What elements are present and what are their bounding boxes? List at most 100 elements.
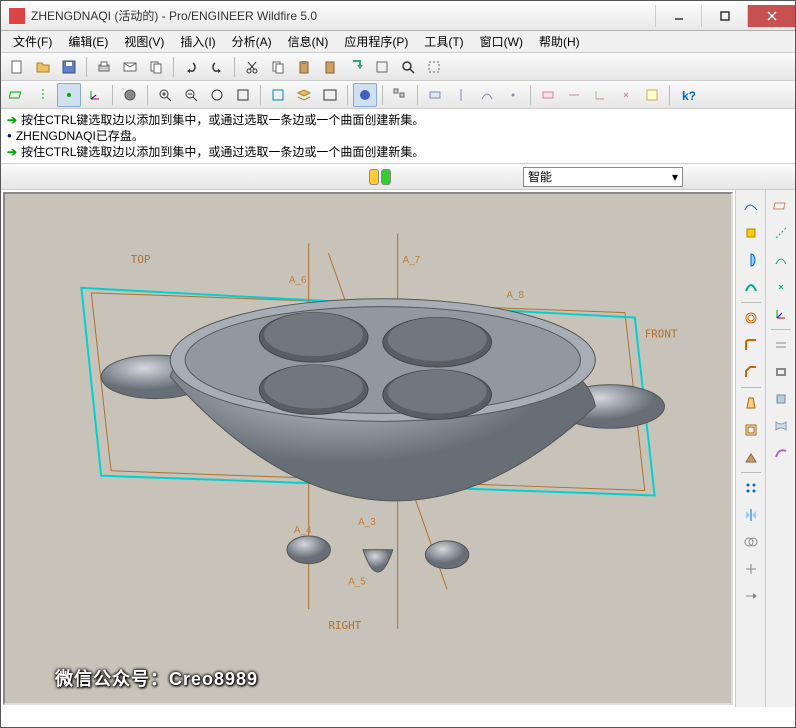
orient-icon[interactable]	[231, 83, 255, 107]
help-about-icon[interactable]: k?	[675, 83, 699, 107]
close-button[interactable]	[747, 5, 795, 27]
offset-icon[interactable]	[769, 333, 793, 357]
paste-icon[interactable]	[292, 55, 316, 79]
save-icon[interactable]	[57, 55, 81, 79]
annotation-feature-icon[interactable]	[640, 83, 664, 107]
menu-help[interactable]: 帮助(H)	[531, 31, 588, 52]
hole-icon[interactable]	[739, 306, 763, 330]
saved-view-icon[interactable]	[266, 83, 290, 107]
toolbar-standard	[1, 53, 795, 81]
style-shading-icon[interactable]	[353, 83, 377, 107]
print-icon[interactable]	[92, 55, 116, 79]
find-icon[interactable]	[396, 55, 420, 79]
svg-text:k?: k?	[682, 89, 695, 103]
maximize-button[interactable]	[701, 5, 747, 27]
select-icon[interactable]	[422, 55, 446, 79]
view-manager-icon[interactable]	[318, 83, 342, 107]
csys-display-icon[interactable]	[83, 83, 107, 107]
plane-icon[interactable]	[769, 194, 793, 218]
datum-curve-icon[interactable]	[475, 83, 499, 107]
merge-icon[interactable]	[739, 530, 763, 554]
info-arrow-icon: ➔	[7, 144, 17, 160]
graphics-viewport[interactable]: TOP FRONT RIGHT PRT_CSYS_DEF A_6 A_7 A_8…	[3, 192, 733, 705]
redo-icon[interactable]	[205, 55, 229, 79]
annotation-plane-icon[interactable]	[536, 83, 560, 107]
datum-plane-display-icon[interactable]	[5, 83, 29, 107]
toolbar-view: k?	[1, 81, 795, 109]
app-icon	[9, 8, 25, 24]
copy-icon[interactable]	[144, 55, 168, 79]
datum-axis-display-icon[interactable]	[31, 83, 55, 107]
minimize-button[interactable]	[655, 5, 701, 27]
menu-view[interactable]: 视图(V)	[116, 31, 172, 52]
sweep-icon[interactable]	[739, 275, 763, 299]
anno-a5: A_5	[348, 576, 366, 587]
boundary-blend-icon[interactable]	[769, 414, 793, 438]
menu-edit[interactable]: 编辑(E)	[60, 31, 116, 52]
annotation-csys-icon[interactable]	[588, 83, 612, 107]
status-light-green	[381, 169, 391, 185]
paste-special-icon[interactable]	[318, 55, 342, 79]
toolbar-feature-right	[735, 190, 765, 707]
datum-point-icon[interactable]	[501, 83, 525, 107]
refit-icon[interactable]	[205, 83, 229, 107]
thicken-icon[interactable]	[769, 360, 793, 384]
menu-insert[interactable]: 插入(I)	[172, 31, 223, 52]
round-icon[interactable]	[739, 333, 763, 357]
revolve-icon[interactable]	[739, 248, 763, 272]
anno-a7: A_7	[403, 255, 421, 266]
trim-icon[interactable]	[739, 557, 763, 581]
menu-app[interactable]: 应用程序(P)	[336, 31, 416, 52]
mirror-icon[interactable]	[739, 503, 763, 527]
rib-icon[interactable]	[739, 445, 763, 469]
copy2-icon[interactable]	[266, 55, 290, 79]
spin-center-icon[interactable]	[118, 83, 142, 107]
message-line-2: ZHENGDNAQI已存盘。	[16, 128, 144, 144]
menu-info[interactable]: 信息(N)	[280, 31, 337, 52]
draft-icon[interactable]	[739, 391, 763, 415]
point-icon[interactable]	[769, 275, 793, 299]
axis-icon[interactable]	[769, 221, 793, 245]
undo-icon[interactable]	[179, 55, 203, 79]
chamfer-icon[interactable]	[739, 360, 763, 384]
info-arrow-icon: ➔	[7, 112, 17, 128]
new-file-icon[interactable]	[5, 55, 29, 79]
zoom-in-icon[interactable]	[153, 83, 177, 107]
datum-right-label: RIGHT	[328, 619, 361, 632]
menu-analysis[interactable]: 分析(A)	[224, 31, 280, 52]
shell-icon[interactable]	[739, 418, 763, 442]
menu-file[interactable]: 文件(F)	[5, 31, 60, 52]
sketch-icon[interactable]	[739, 194, 763, 218]
cut-icon[interactable]	[240, 55, 264, 79]
solidify-icon[interactable]	[769, 387, 793, 411]
regenerate-manage-icon[interactable]	[370, 55, 394, 79]
open-file-icon[interactable]	[31, 55, 55, 79]
model-tree-icon[interactable]	[388, 83, 412, 107]
status-lights	[369, 169, 391, 185]
extrude-icon[interactable]	[739, 221, 763, 245]
selection-filter-dropdown[interactable]: 智能 ▾	[523, 167, 683, 187]
layer-icon[interactable]	[292, 83, 316, 107]
pattern-icon[interactable]	[739, 476, 763, 500]
datum-plane-icon[interactable]	[423, 83, 447, 107]
extend-icon[interactable]	[739, 584, 763, 608]
menu-window[interactable]: 窗口(W)	[472, 31, 531, 52]
menu-tool[interactable]: 工具(T)	[416, 31, 471, 52]
zoom-out-icon[interactable]	[179, 83, 203, 107]
datum-top-label: TOP	[131, 253, 151, 266]
regenerate-icon[interactable]	[344, 55, 368, 79]
window-title: ZHENGDNAQI (活动的) - Pro/ENGINEER Wildfire…	[31, 7, 655, 24]
csys-create-icon[interactable]	[769, 302, 793, 326]
curve-icon[interactable]	[769, 248, 793, 272]
annotation-point-icon[interactable]	[614, 83, 638, 107]
message-line-3: 按住CTRL键选取边以添加到集中，或通过选取一条边或一个曲面创建新集。	[21, 144, 424, 160]
datum-point-display-icon[interactable]	[57, 83, 81, 107]
style-feature-icon[interactable]	[769, 441, 793, 465]
info-bullet-icon: ●	[7, 128, 12, 144]
message-panel: ➔按住CTRL键选取边以添加到集中，或通过选取一条边或一个曲面创建新集。 ●ZH…	[1, 109, 795, 164]
email-icon[interactable]	[118, 55, 142, 79]
datum-axis-icon[interactable]	[449, 83, 473, 107]
anno-a8: A_8	[506, 290, 524, 301]
annotation-axis-icon[interactable]	[562, 83, 586, 107]
window-titlebar: ZHENGDNAQI (活动的) - Pro/ENGINEER Wildfire…	[1, 1, 795, 31]
